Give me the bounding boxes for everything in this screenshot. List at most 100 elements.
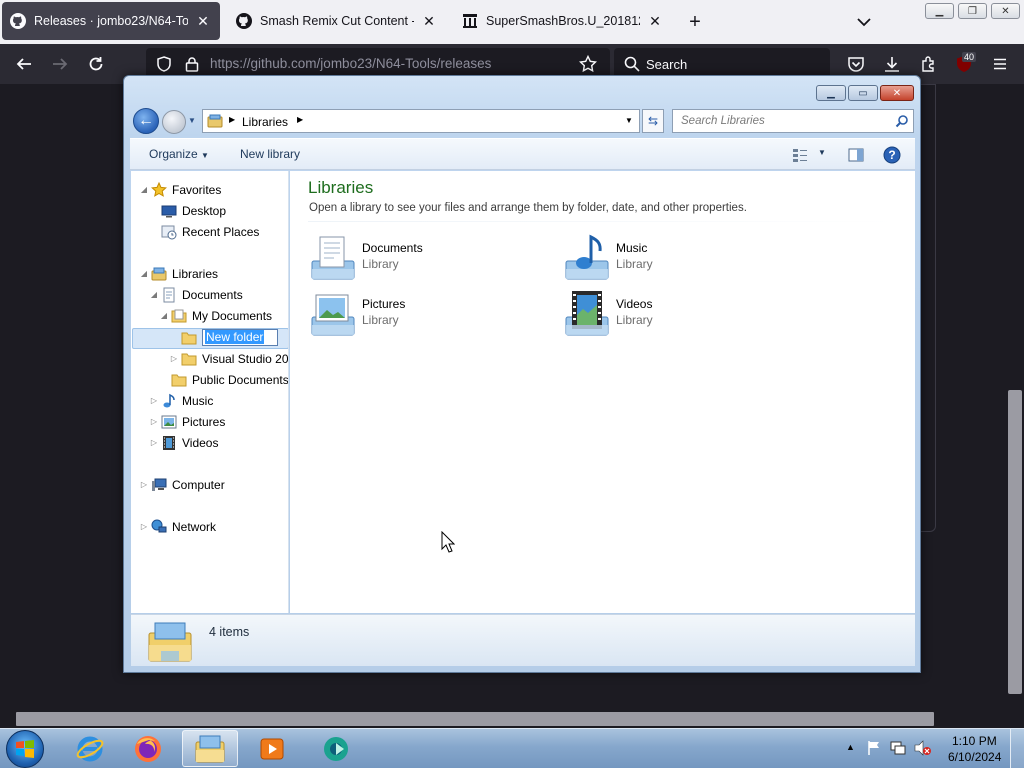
expand-arrow-icon[interactable]: ▷ <box>149 438 159 447</box>
expand-arrow-icon[interactable]: ▷ <box>149 396 159 405</box>
start-button[interactable] <box>6 730 44 768</box>
explorer-window: ▁ ▭ ✕ ← ▼ ▶ Libraries ▶ ▼ ⇆ Search Libra… <box>123 75 921 673</box>
explorer-minimize-icon[interactable]: ▁ <box>816 85 846 101</box>
breadcrumb-arrow-icon[interactable]: ▶ <box>297 115 303 124</box>
breadcrumb-arrow-icon[interactable]: ▶ <box>229 115 235 124</box>
bookmark-star-icon[interactable] <box>578 54 598 74</box>
search-icon[interactable] <box>895 114 909 131</box>
clock-time[interactable]: 1:10 PM <box>952 734 997 748</box>
tree-label: Videos <box>182 435 219 450</box>
extensions-icon[interactable] <box>918 54 938 74</box>
expand-arrow-icon[interactable]: ▷ <box>149 417 159 426</box>
tree-label: Documents <box>182 287 243 302</box>
show-desktop-button[interactable] <box>1010 729 1024 768</box>
volume-muted-icon[interactable] <box>914 740 932 759</box>
expand-arrow-icon[interactable]: ▷ <box>169 354 179 363</box>
search-input[interactable]: Search Libraries <box>672 109 914 133</box>
horizontal-scrollbar[interactable] <box>0 710 1024 728</box>
close-icon[interactable]: ✕ <box>420 13 438 30</box>
help-icon[interactable]: ? <box>883 146 901 167</box>
tree-libraries[interactable]: ◢ Libraries <box>139 263 218 284</box>
pocket-icon[interactable] <box>846 54 866 74</box>
tree-public-documents[interactable]: Public Documents <box>159 369 288 390</box>
tree-computer[interactable]: ▷ Computer <box>139 474 225 495</box>
reload-icon[interactable] <box>86 54 106 74</box>
close-icon[interactable]: ✕ <box>194 13 212 30</box>
tree-visual-studio[interactable]: ▷ Visual Studio 201 <box>169 348 288 369</box>
forward-arrow-icon[interactable] <box>50 54 70 74</box>
media-player-icon[interactable] <box>244 730 300 767</box>
back-arrow-icon[interactable] <box>14 54 34 74</box>
recent-pages-chevron-icon[interactable]: ▼ <box>188 116 196 125</box>
view-options-icon[interactable] <box>792 147 808 166</box>
tree-recent-places[interactable]: Recent Places <box>149 221 259 242</box>
library-name: Videos <box>616 297 653 311</box>
tab-smash-remix[interactable]: Smash Remix Cut Content - N64 ✕ <box>228 2 446 40</box>
new-library-button[interactable]: New library <box>240 147 300 161</box>
network-status-icon[interactable] <box>890 740 906 759</box>
lock-icon[interactable] <box>182 54 202 74</box>
clock-date[interactable]: 6/10/2024 <box>948 750 1001 764</box>
expand-arrow-icon[interactable]: ◢ <box>149 290 159 299</box>
refresh-icon[interactable]: ⇆ <box>642 109 664 133</box>
library-name: Music <box>616 241 648 255</box>
expand-arrow-icon[interactable]: ◢ <box>159 311 169 320</box>
explorer-maximize-icon[interactable]: ▭ <box>848 85 878 101</box>
chevron-down-icon[interactable]: ▼ <box>818 148 826 157</box>
close-icon[interactable]: ✕ <box>646 13 664 30</box>
tree-desktop[interactable]: Desktop <box>149 200 226 221</box>
download-icon[interactable] <box>882 54 902 74</box>
vertical-scrollbar[interactable] <box>1008 390 1022 694</box>
close-window-icon[interactable]: ✕ <box>991 3 1020 19</box>
breadcrumb[interactable]: Libraries <box>242 115 288 129</box>
address-row: ← ▼ ▶ Libraries ▶ ▼ ⇆ Search Libraries <box>130 106 916 136</box>
organize-button[interactable]: Organize ▼ <box>149 147 209 161</box>
rename-input[interactable]: New folder <box>202 329 278 346</box>
show-hidden-icons-icon[interactable]: ▲ <box>846 742 855 752</box>
music-library-icon <box>562 233 612 283</box>
expand-arrow-icon[interactable]: ▷ <box>139 480 149 489</box>
library-documents[interactable]: Documents Library <box>308 233 508 283</box>
library-videos[interactable]: Videos Library <box>562 289 762 339</box>
tab-releases[interactable]: Releases · jombo23/N64-Tools ✕ <box>2 2 220 40</box>
menu-icon[interactable] <box>990 54 1010 74</box>
explorer-close-icon[interactable]: ✕ <box>880 85 914 101</box>
tree-pictures[interactable]: ▷ Pictures <box>149 411 225 432</box>
library-type: Library <box>362 257 399 271</box>
library-type: Library <box>616 257 653 271</box>
github-icon <box>10 13 26 29</box>
new-tab-button[interactable]: + <box>684 11 706 33</box>
forward-arrow-icon[interactable] <box>162 110 186 134</box>
action-center-flag-icon[interactable] <box>866 740 882 759</box>
expand-arrow-icon[interactable]: ◢ <box>139 269 149 278</box>
pictures-icon <box>161 414 177 430</box>
back-arrow-icon[interactable]: ← <box>133 108 159 134</box>
minimize-icon[interactable]: ▁ <box>925 3 954 19</box>
internet-explorer-icon[interactable] <box>62 730 118 767</box>
tree-videos[interactable]: ▷ Videos <box>149 432 218 453</box>
restore-icon[interactable]: ❐ <box>958 3 987 19</box>
app-icon[interactable] <box>308 730 364 767</box>
tree-favorites[interactable]: ◢ Favorites <box>139 179 221 200</box>
shield-icon[interactable] <box>154 54 174 74</box>
tree-label: Desktop <box>182 203 227 218</box>
documents-icon <box>161 287 177 303</box>
horizontal-scroll-thumb[interactable] <box>16 712 934 726</box>
expand-arrow-icon[interactable]: ▷ <box>139 522 149 531</box>
library-name: Pictures <box>362 297 406 311</box>
address-bar[interactable]: ▶ Libraries ▶ ▼ <box>202 109 640 133</box>
library-pictures[interactable]: Pictures Library <box>308 289 508 339</box>
tab-archive[interactable]: SuperSmashBros.U_201812 dire ✕ <box>454 2 672 40</box>
tree-my-documents[interactable]: ◢ My Documents <box>159 305 272 326</box>
explorer-icon[interactable] <box>182 730 238 767</box>
firefox-icon[interactable] <box>120 730 176 767</box>
library-music[interactable]: Music Library <box>562 233 762 283</box>
chevron-down-icon[interactable] <box>854 12 874 32</box>
tree-documents[interactable]: ◢ Documents <box>149 284 243 305</box>
chevron-down-icon[interactable]: ▼ <box>625 116 633 125</box>
tree-music[interactable]: ▷ Music <box>149 390 213 411</box>
preview-pane-icon[interactable] <box>848 147 864 166</box>
tree-network[interactable]: ▷ Network <box>139 516 216 537</box>
expand-arrow-icon[interactable]: ◢ <box>139 185 149 194</box>
tree-new-folder[interactable]: New folder <box>169 327 278 348</box>
